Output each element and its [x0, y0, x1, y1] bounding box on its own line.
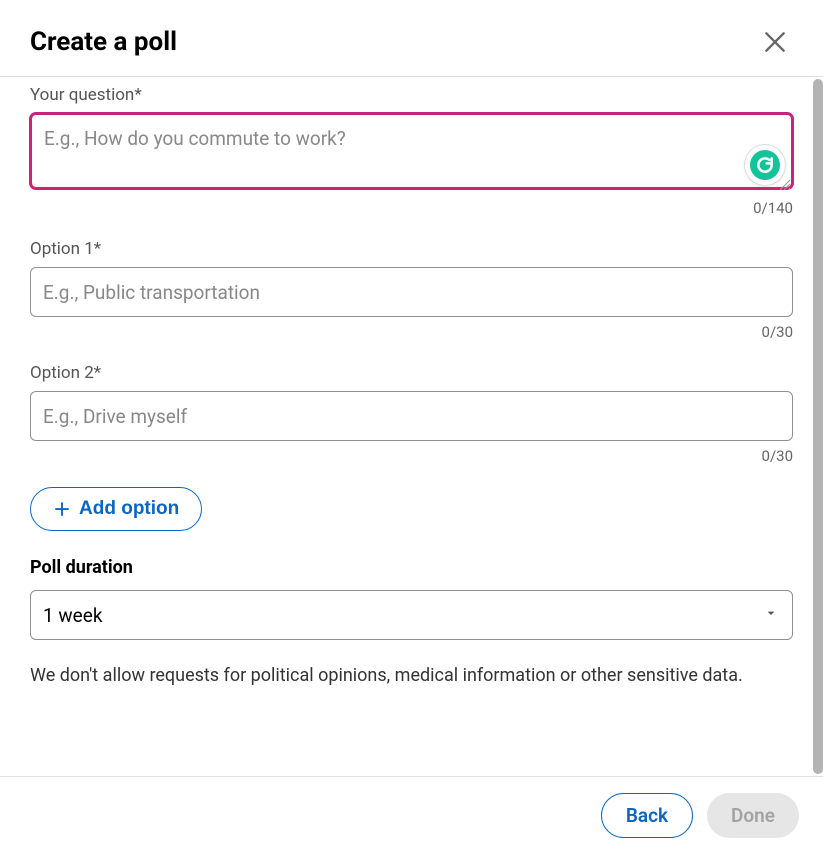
- option-1-field: Option 1* 0/30: [30, 239, 793, 341]
- modal-footer: Back Done: [0, 776, 823, 854]
- option-2-counter: 0/30: [30, 447, 793, 465]
- modal-header: Create a poll: [0, 0, 823, 76]
- question-label: Your question*: [30, 85, 793, 105]
- add-option-button[interactable]: Add option: [30, 487, 202, 531]
- option-2-field: Option 2* 0/30: [30, 363, 793, 465]
- disclaimer-text: We don't allow requests for political op…: [30, 662, 793, 689]
- question-counter: 0/140: [30, 199, 793, 217]
- plus-icon: [53, 500, 71, 518]
- question-textarea-wrap: [30, 113, 793, 193]
- option-1-input[interactable]: [30, 267, 793, 317]
- option-2-label: Option 2*: [30, 363, 793, 383]
- grammarly-widget[interactable]: [745, 145, 785, 185]
- back-button[interactable]: Back: [601, 793, 693, 838]
- done-button[interactable]: Done: [707, 793, 799, 838]
- close-icon: [762, 29, 788, 55]
- add-option-label: Add option: [79, 498, 179, 520]
- option-1-label: Option 1*: [30, 239, 793, 259]
- option-2-input[interactable]: [30, 391, 793, 441]
- modal-body: Your question*: [0, 77, 823, 776]
- close-button[interactable]: [757, 24, 793, 60]
- option-1-counter: 0/30: [30, 323, 793, 341]
- scrollbar[interactable]: [813, 79, 823, 774]
- question-field: Your question*: [30, 85, 793, 217]
- duration-select[interactable]: 1 week: [30, 590, 793, 640]
- create-poll-modal: Create a poll Your question*: [0, 0, 823, 854]
- duration-select-wrap: 1 week: [30, 590, 793, 640]
- modal-body-wrapper: Your question*: [0, 77, 823, 776]
- modal-title: Create a poll: [30, 27, 177, 57]
- grammarly-icon: [750, 150, 780, 180]
- question-input[interactable]: [30, 113, 793, 189]
- duration-label: Poll duration: [30, 557, 793, 578]
- done-button-label: Done: [731, 804, 775, 827]
- back-button-label: Back: [626, 804, 668, 827]
